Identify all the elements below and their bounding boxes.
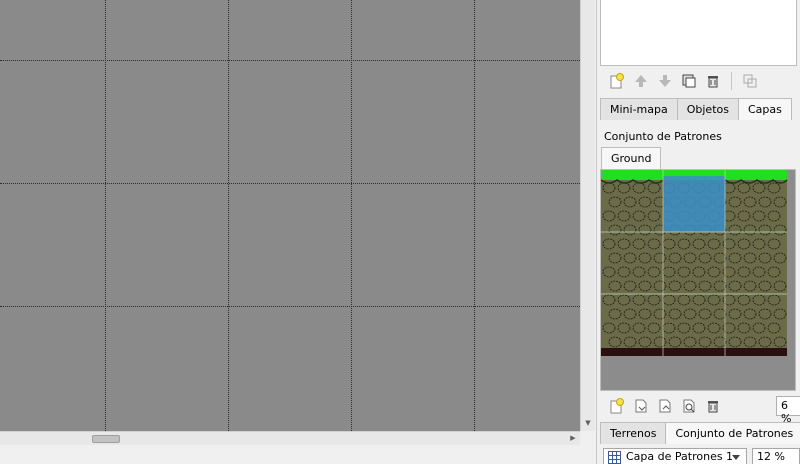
layers-toolbar (607, 71, 760, 91)
tileset-properties-icon[interactable] (679, 396, 699, 416)
layers-list[interactable] (600, 0, 797, 66)
tileset-selection-highlight (663, 176, 725, 232)
tiled-editor-window: ▼ ▶ Mini-mapa Objetos Capas Conjunto de … (0, 0, 800, 464)
right-dock: Mini-mapa Objetos Capas Conjunto de Patr… (596, 0, 800, 464)
tab-mini-mapa[interactable]: Mini-mapa (600, 98, 678, 120)
scroll-down-arrow-icon[interactable]: ▼ (581, 416, 595, 430)
vertical-scrollbar[interactable]: ▼ (580, 0, 595, 431)
tileset-zoom-field[interactable]: 6 % (776, 396, 800, 425)
dock-tabs-top: Mini-mapa Objetos Capas (600, 98, 792, 120)
delete-layer-icon[interactable] (703, 71, 723, 91)
toolbar-separator (731, 72, 732, 90)
arrow-down-icon[interactable] (655, 71, 675, 91)
tileset-image[interactable] (601, 170, 796, 391)
map-canvas[interactable] (0, 0, 580, 431)
tab-terrenos[interactable]: Terrenos (600, 422, 667, 444)
map-grid-line (351, 0, 352, 431)
export-tileset-icon[interactable] (655, 396, 675, 416)
tileset-bottom-edge (601, 348, 787, 356)
tileset-toolbar (607, 396, 723, 416)
tab-conjunto-de-patrones[interactable]: Conjunto de Patrones (665, 422, 800, 444)
dock-tabs-bottom: Terrenos Conjunto de Patrones (600, 422, 800, 444)
tab-capas[interactable]: Capas (737, 98, 792, 120)
new-layer-icon[interactable] (607, 71, 627, 91)
map-grid-line (105, 0, 106, 431)
tab-ground[interactable]: Ground (601, 147, 662, 169)
tileset-view[interactable] (600, 169, 796, 391)
map-grid-line (228, 0, 229, 431)
map-grid-line (0, 306, 580, 307)
status-bar (0, 445, 598, 464)
horizontal-scroll-thumb[interactable] (92, 435, 120, 443)
new-tileset-icon[interactable] (607, 396, 627, 416)
horizontal-scrollbar[interactable]: ▶ (0, 431, 580, 445)
layer-select[interactable]: Capa de Patrones 1 (603, 448, 747, 464)
tileset-panel-title: Conjunto de Patrones (604, 130, 722, 143)
tile-layer-icon (608, 451, 621, 464)
scroll-right-arrow-icon[interactable]: ▶ (566, 432, 580, 445)
map-grid-line (0, 183, 580, 184)
duplicate-layer-icon[interactable] (679, 71, 699, 91)
map-grid-line (474, 0, 475, 431)
map-grid-line (0, 60, 580, 61)
map-zoom-field[interactable]: 12 % (752, 448, 800, 464)
layer-select-value: Capa de Patrones 1 (626, 450, 734, 463)
chevron-down-icon[interactable] (732, 455, 740, 460)
delete-tileset-icon[interactable] (703, 396, 723, 416)
arrow-up-icon[interactable] (631, 71, 651, 91)
toggle-view-icon[interactable] (740, 71, 760, 91)
tab-objetos[interactable]: Objetos (676, 98, 739, 120)
import-tileset-icon[interactable] (631, 396, 651, 416)
